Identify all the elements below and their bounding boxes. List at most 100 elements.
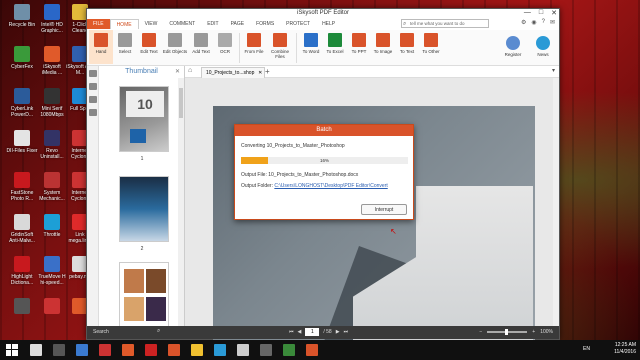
menu-help[interactable]: HELP [316,19,341,29]
edge-icon[interactable] [76,344,88,356]
settings-icon[interactable]: ⚙ [521,19,526,26]
ribbon-button-to-text[interactable]: To Text [395,30,419,54]
desktop-icon[interactable]: DII-Files Fixer [6,130,38,154]
ribbon-right-group: Register News [501,33,555,57]
ribbon-button-combine-files[interactable]: Combine Files [266,30,294,59]
desktop-icon-label: CyberLink PowerD... [10,106,34,118]
desktop-icon[interactable]: CyberFex [6,46,38,70]
status-search-label[interactable]: Search [93,329,109,335]
app-icon [14,46,30,62]
ribbon-button-ocr[interactable]: OCR [213,30,237,54]
zoom-slider[interactable] [487,329,528,335]
desktop-icon[interactable]: GridinSoft Anti-Malw... [6,214,38,244]
zoom-out-icon[interactable]: − [479,329,482,335]
tray-language[interactable]: EN [583,346,590,352]
app-icon [44,46,60,62]
menu-comment[interactable]: COMMENT [163,19,201,29]
register-button[interactable]: Register [501,33,525,57]
thumbnail-icon[interactable] [88,83,97,90]
interrupt-button[interactable]: Interrupt [361,204,407,215]
store-icon[interactable] [214,344,226,356]
prev-page-icon[interactable]: ◀ [298,329,302,335]
add-text-icon [194,33,208,47]
total-pages: / 58 [323,329,332,335]
ribbon-button-select[interactable]: Select [113,30,137,54]
document-tab[interactable]: 10_Projects_to...shop ✕ [201,67,266,78]
minimize-button[interactable]: — [524,9,531,17]
ribbon-button-edit-text[interactable]: Edit Text [137,30,161,54]
photo-icon[interactable] [168,344,180,356]
document-scrollbar[interactable] [553,78,559,326]
first-page-icon[interactable]: ⏮ [289,329,294,335]
close-tab-icon[interactable]: ✕ [258,68,262,78]
task-view-icon[interactable] [53,344,65,356]
app-icon [14,256,30,272]
start-button[interactable] [6,344,18,356]
app-icon [44,130,60,146]
iskysoft-icon[interactable] [122,344,134,356]
attachment-icon[interactable] [88,109,97,116]
search-input[interactable]: ⌕ tell me what you want to do [401,19,489,28]
window-title: iSkysoft PDF Editor [296,10,349,16]
ribbon-button-to-image[interactable]: To Image [371,30,395,54]
folder-icon[interactable] [191,344,203,356]
to-other-icon [424,33,438,47]
search-icon[interactable]: ⌕ [157,328,160,335]
pdf-editor-taskbar-icon[interactable] [306,344,318,356]
bookmark-icon[interactable] [88,70,97,77]
close-panel-icon[interactable]: ✕ [175,66,180,78]
page-thumbnail-3[interactable] [119,262,169,328]
menu-page[interactable]: PAGE [225,19,251,29]
app-icon [14,4,30,20]
comment-icon[interactable] [88,96,97,103]
home-icon[interactable]: ⌂ [188,67,192,74]
desktop-icon[interactable]: CyberLink PowerD... [6,88,38,118]
menu-protect[interactable]: PROTECT [280,19,316,29]
menu-home[interactable]: HOME [109,19,139,29]
menu-view[interactable]: VIEW [139,19,164,29]
menu-forms[interactable]: FORMS [250,19,280,29]
desktop-icon[interactable]: FastStone Photo R... [6,172,38,202]
current-page-input[interactable]: 1 [305,328,320,336]
ribbon-button-from-file[interactable]: From File [242,30,266,54]
help-icon[interactable]: ? [542,19,545,26]
last-page-icon[interactable]: ⏭ [344,329,349,335]
ribbon-button-to-word[interactable]: To Word [299,30,323,54]
ribbon-button-hand[interactable]: Hand [89,30,113,64]
menu-file[interactable]: FILE [87,19,110,29]
desktop-icon[interactable]: Recycle Bin [6,4,38,28]
maximize-button[interactable]: □ [539,9,543,17]
new-tab-button[interactable]: + [265,67,270,76]
thumbnail-header: Thumbnail ✕ [99,66,184,78]
status-bar: Search ⌕ ⏮ ◀ 1 / 58 ▶ ⏭ − + 100% [87,326,559,339]
ribbon-button-add-text[interactable]: Add Text [189,30,213,54]
settings-icon[interactable] [237,344,249,356]
ribbon-button-edit-objects[interactable]: Edit Objects [161,30,189,54]
news-button[interactable]: News [531,33,555,57]
to-excel-icon [328,33,342,47]
user-icon[interactable]: ◉ [531,19,536,26]
app-icon [44,298,60,314]
zoom-level[interactable]: 100% [540,329,553,335]
desktop-icon[interactable]: HighLight Dictiona... [6,256,38,286]
ribbon-button-to-excel[interactable]: To Excel [323,30,347,54]
thumbnail-scrollbar[interactable] [178,78,184,326]
page-thumbnail-2[interactable] [119,176,169,242]
pdf-icon[interactable] [145,344,157,356]
tab-menu-icon[interactable]: ▾ [552,67,555,74]
cmd-icon[interactable] [260,344,272,356]
page-thumbnail-1[interactable]: 10 [119,86,169,152]
next-page-icon[interactable]: ▶ [336,329,340,335]
desktop-icon[interactable] [6,298,38,316]
ribbon-button-to-ppt[interactable]: To PPT [347,30,371,54]
highlight-icon[interactable] [99,344,111,356]
zoom-in-icon[interactable]: + [532,329,535,335]
mail-icon[interactable]: ✉ [550,19,555,26]
menu-edit[interactable]: EDIT [201,19,224,29]
ribbon-button-to-other[interactable]: To Other [419,30,443,54]
media-icon[interactable] [283,344,295,356]
search-icon[interactable] [30,344,42,356]
tray-clock[interactable]: 12:25 AM 11/4/2016 [614,342,636,356]
close-button[interactable]: ✕ [551,9,557,17]
output-folder-link[interactable]: C:\Users\LONGHOST\Desktop\PDF Editor\Con… [274,183,387,189]
